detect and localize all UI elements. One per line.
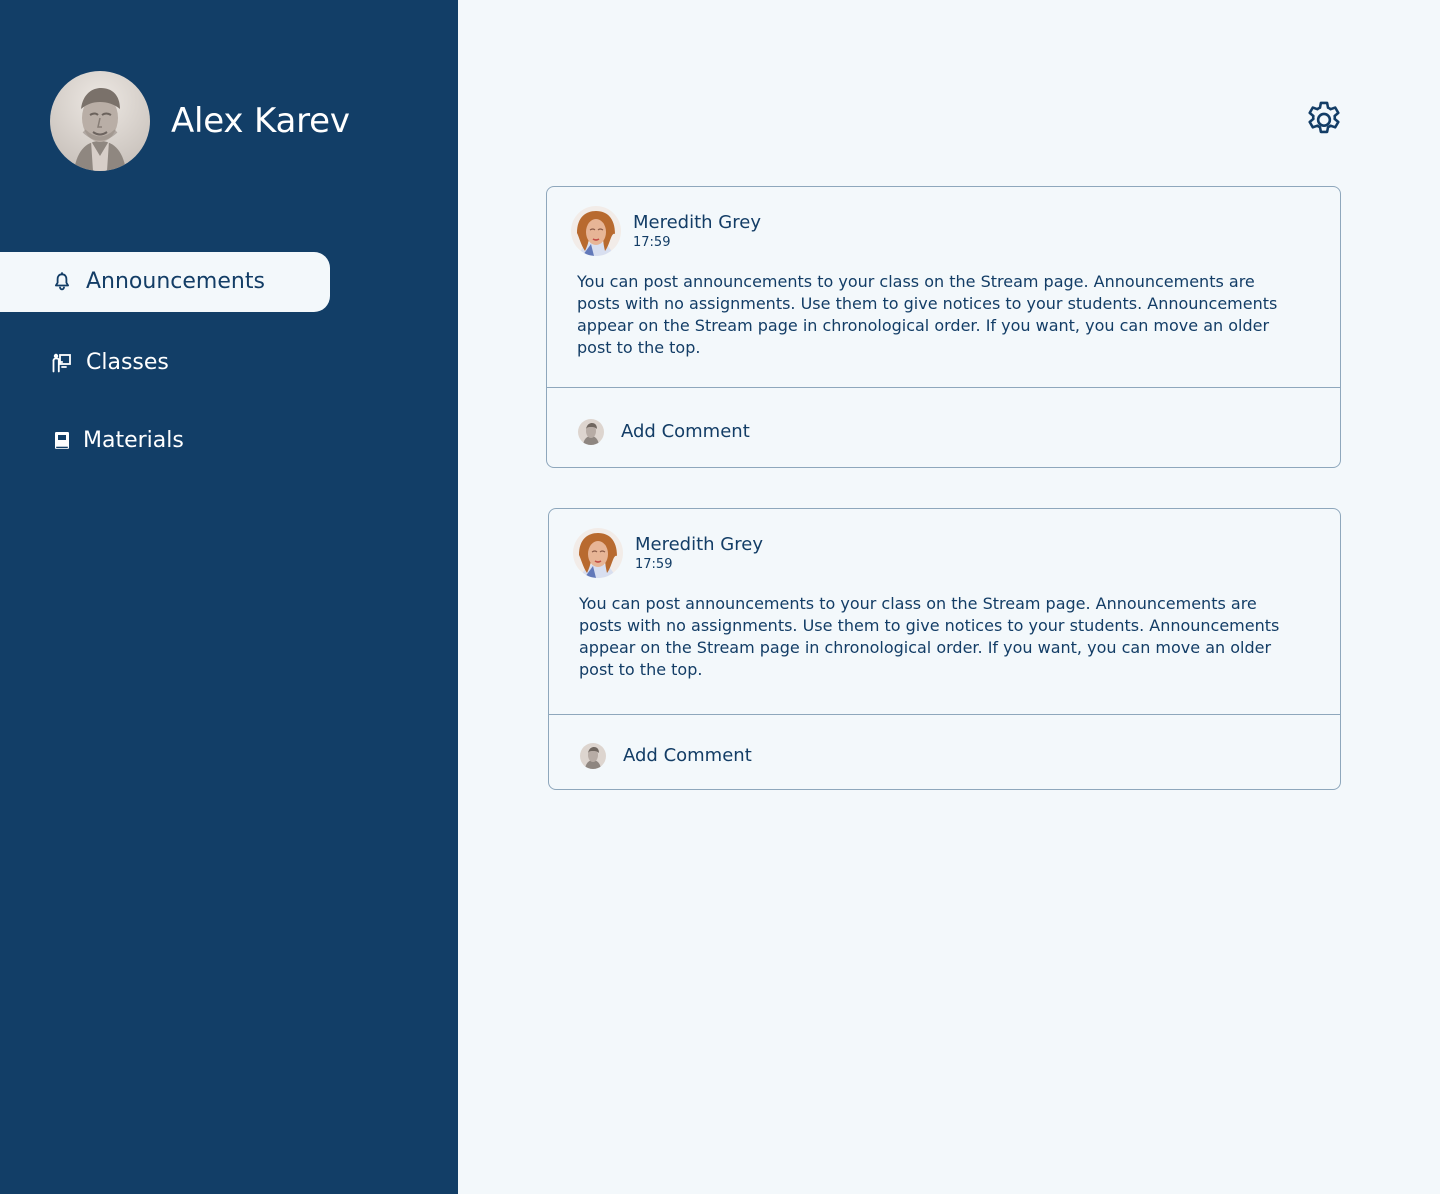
bell-icon	[50, 270, 74, 294]
sidebar: Alex Karev Announcements Classes Materia…	[0, 0, 458, 1194]
user-profile: Alex Karev	[50, 71, 350, 171]
post-body: You can post announcements to your class…	[577, 272, 1278, 357]
sidebar-item-classes[interactable]: Classes	[0, 335, 169, 391]
sidebar-item-announcements[interactable]: Announcements	[0, 252, 330, 312]
card-divider	[547, 387, 1340, 388]
sidebar-item-label: Announcements	[86, 269, 265, 294]
post-header: Meredith Grey 17:59	[571, 206, 761, 256]
user-name: Alex Karev	[171, 101, 350, 141]
commenter-avatar	[578, 419, 604, 445]
user-avatar[interactable]	[50, 71, 150, 171]
card-divider	[549, 714, 1340, 715]
add-comment-label: Add Comment	[623, 745, 752, 766]
announcement-card: Meredith Grey 17:59 You can post announc…	[546, 186, 1341, 468]
gear-icon	[1308, 101, 1340, 134]
settings-button[interactable]	[1302, 98, 1346, 142]
post-time: 17:59	[633, 234, 671, 250]
post-header: Meredith Grey 17:59	[573, 528, 763, 578]
commenter-avatar	[580, 743, 606, 769]
book-icon	[50, 429, 74, 453]
app-root: Alex Karev Announcements Classes Materia…	[0, 0, 1440, 1194]
post-meta: Meredith Grey 17:59	[635, 534, 763, 573]
post-meta: Meredith Grey 17:59	[633, 212, 761, 251]
author-avatar[interactable]	[573, 528, 623, 578]
author-avatar[interactable]	[571, 206, 621, 256]
add-comment-label: Add Comment	[621, 421, 750, 442]
add-comment-button[interactable]: Add Comment	[578, 419, 750, 445]
author-name: Meredith Grey	[635, 533, 763, 555]
teacher-board-icon	[50, 351, 74, 375]
sidebar-item-label: Classes	[86, 350, 169, 375]
post-time: 17:59	[635, 556, 673, 572]
sidebar-item-label: Materials	[83, 428, 184, 453]
sidebar-item-materials[interactable]: Materials	[0, 413, 184, 469]
author-name: Meredith Grey	[633, 211, 761, 233]
add-comment-button[interactable]: Add Comment	[580, 743, 752, 769]
announcement-card: Meredith Grey 17:59 You can post announc…	[548, 508, 1341, 790]
post-body: You can post announcements to your class…	[579, 594, 1280, 679]
